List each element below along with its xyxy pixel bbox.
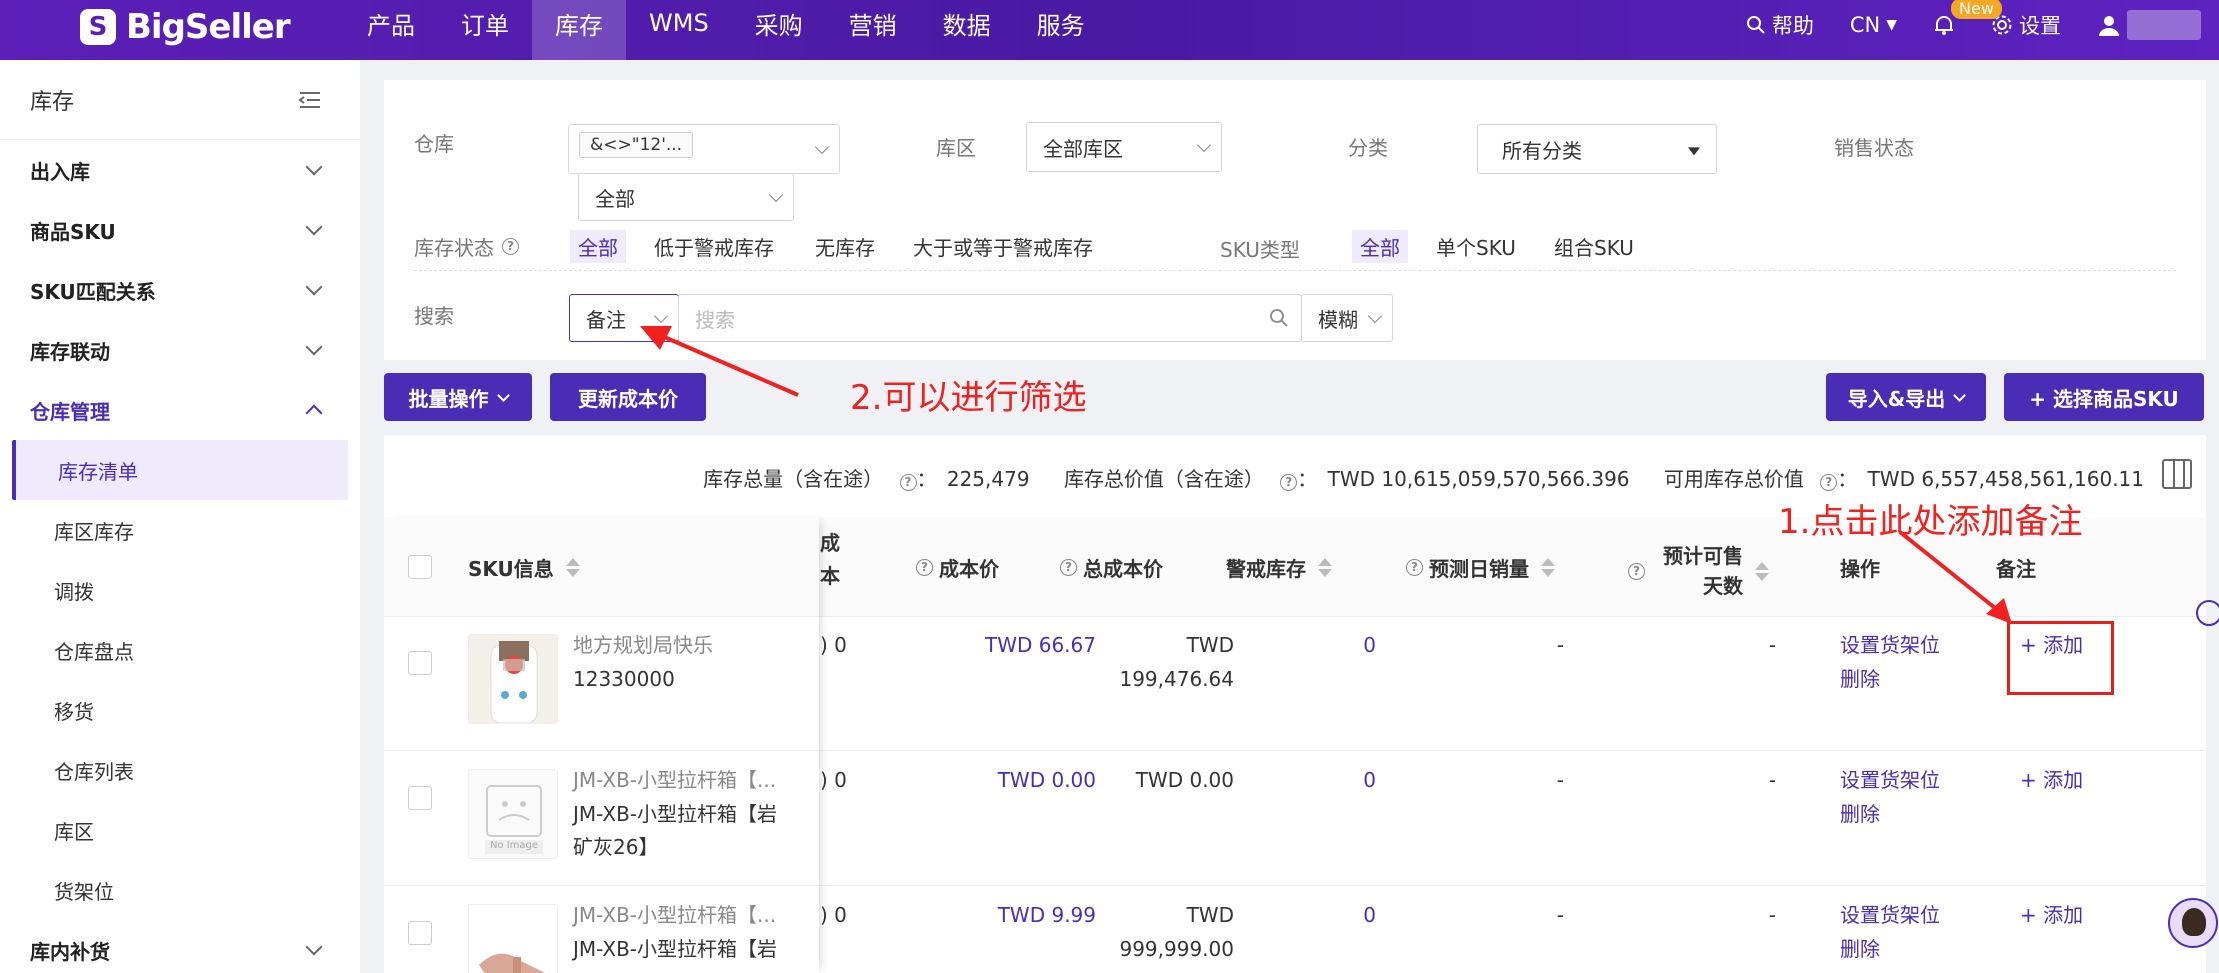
annotation-arrows (640, 326, 2012, 624)
floating-circle-icon[interactable] (2196, 600, 2219, 626)
support-avatar[interactable] (2168, 898, 2218, 948)
